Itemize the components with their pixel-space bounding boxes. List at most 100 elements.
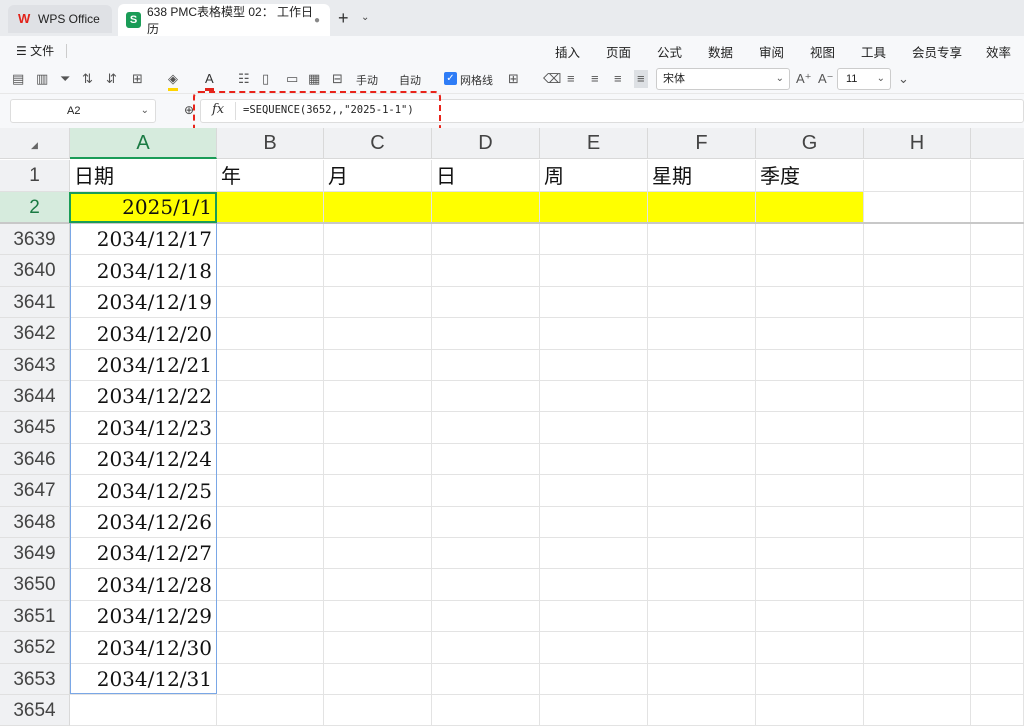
select-all-corner[interactable]: ◢ [0,128,70,159]
grid-cell[interactable] [217,412,324,444]
unsaved-dot-icon[interactable]: ● [314,15,320,26]
grid-cell[interactable] [864,569,971,601]
auto-button[interactable]: 自动 [399,72,421,88]
grid-cell[interactable] [864,318,971,350]
row-header[interactable]: 3649 [0,538,70,569]
menu-formulas[interactable]: 公式 [657,42,682,61]
column-header-g[interactable]: G [756,128,864,159]
grid-cell[interactable] [432,601,540,632]
align-center-icon[interactable]: ≡ [591,70,599,88]
column-header-h[interactable]: H [864,128,971,159]
grid-cell[interactable] [864,475,971,507]
grid-cell[interactable] [971,632,1024,664]
grid-cell[interactable] [217,350,324,381]
grid-cell[interactable] [217,192,324,223]
grid-cell[interactable] [756,601,864,632]
grid-cell[interactable] [864,507,971,538]
chevron-down-icon[interactable]: ⌄ [361,12,369,23]
grid-cell[interactable] [648,664,756,695]
grid-cell[interactable] [217,601,324,632]
grid-cell[interactable] [971,601,1024,632]
grid-cell[interactable] [648,538,756,569]
header-cell[interactable]: 月 [324,160,432,192]
grid-cell[interactable] [648,507,756,538]
grid-cell[interactable] [864,538,971,569]
grid-cell[interactable] [432,538,540,569]
font-size-select[interactable]: 11 ⌄ [837,68,891,90]
grid-cell[interactable] [648,287,756,318]
grid-cell[interactable] [217,632,324,664]
grid-cell[interactable] [971,412,1024,444]
format-icon[interactable]: ▭ [286,70,298,88]
grid-cell[interactable] [971,507,1024,538]
grid-cell[interactable] [971,350,1024,381]
grid-cell[interactable] [864,601,971,632]
header-cell[interactable] [971,160,1024,192]
grid-cell[interactable] [648,318,756,350]
grid-cell[interactable] [648,381,756,412]
grid-cell[interactable] [648,444,756,475]
grid-cell[interactable] [324,475,432,507]
column-header-a[interactable]: A [70,128,217,159]
font-family-select[interactable]: 宋体 ⌄ [656,68,790,90]
row-header[interactable]: 2 [0,192,70,223]
grid-cell[interactable] [864,664,971,695]
grid-cell[interactable] [864,192,971,223]
row-header[interactable]: 3643 [0,350,70,381]
row-header[interactable]: 3639 [0,224,70,255]
grid-cell[interactable] [540,538,648,569]
grid-cell[interactable] [648,412,756,444]
grid-cell[interactable] [756,664,864,695]
font-color-icon[interactable]: A [205,70,214,91]
header-cell[interactable]: 日 [432,160,540,192]
menu-page[interactable]: 页面 [606,42,631,61]
grid-cell[interactable] [540,318,648,350]
grid-cell[interactable] [756,569,864,601]
cell-style-icon[interactable]: ⊞ [508,70,519,88]
grid-cell[interactable] [217,224,324,255]
grid-cell[interactable] [432,255,540,287]
grid-cell[interactable] [540,255,648,287]
grid-cell[interactable] [540,632,648,664]
grid-cell[interactable] [756,412,864,444]
increase-font-icon[interactable]: A⁺ [796,70,812,88]
grid-cell[interactable] [648,255,756,287]
grid-cell[interactable] [540,192,648,223]
grid-cell[interactable] [324,287,432,318]
grid-cell[interactable] [324,350,432,381]
grid-cell[interactable] [864,224,971,255]
grid-cell[interactable] [432,318,540,350]
gridlines-checkbox[interactable]: ✓ [444,72,457,85]
grid-cell[interactable] [756,381,864,412]
column-header-e[interactable]: E [540,128,648,159]
row-header[interactable]: 3641 [0,287,70,318]
grid-cell[interactable] [324,538,432,569]
sort-desc-icon[interactable]: ⇵ [106,70,117,88]
grid-cell[interactable] [971,538,1024,569]
merge-icon[interactable]: ▯ [262,70,269,88]
column-header-b[interactable]: B [217,128,324,159]
grid-cell[interactable] [756,475,864,507]
file-menu[interactable]: ☰ 文件 [16,42,54,59]
grid-cell[interactable] [756,318,864,350]
grid-cell[interactable] [971,192,1024,223]
grid-cell[interactable] [324,192,432,223]
grid-cell[interactable] [324,381,432,412]
grid-cell[interactable] [648,224,756,255]
decrease-font-icon[interactable]: A⁻ [818,70,834,88]
grid-cell[interactable] [217,444,324,475]
grid-cell[interactable] [864,287,971,318]
row-header[interactable]: 3647 [0,475,70,507]
column-header-i[interactable] [971,128,1024,159]
paste-icon[interactable]: ▤ [12,70,24,88]
menu-tools[interactable]: 工具 [861,42,886,61]
header-cell[interactable]: 季度 [756,160,864,192]
grid-cell[interactable] [971,318,1024,350]
grid-cell[interactable] [540,507,648,538]
menu-insert[interactable]: 插入 [555,42,580,61]
grid-cell[interactable] [648,632,756,664]
grid-cell[interactable] [971,224,1024,255]
grid-cell[interactable] [324,632,432,664]
grid-cell[interactable] [540,569,648,601]
tab-wps-office[interactable]: W WPS Office [8,5,112,33]
